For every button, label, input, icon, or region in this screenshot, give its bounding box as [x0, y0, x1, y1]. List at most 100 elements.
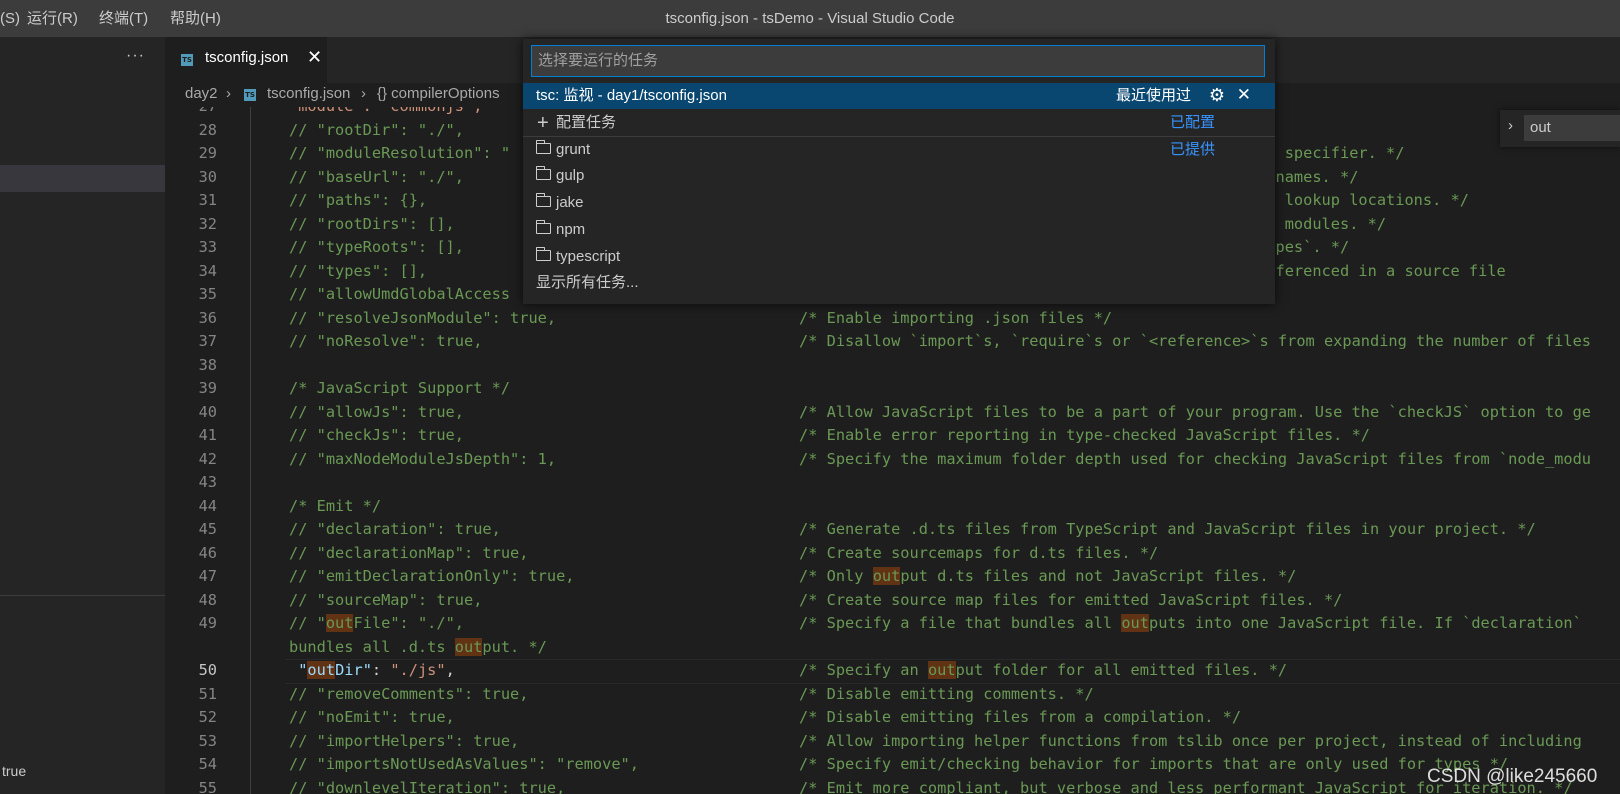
- task-item-configure[interactable]: + 配置任务 已配置: [523, 110, 1275, 136]
- code-line[interactable]: 38: [165, 354, 1620, 378]
- breadcrumb-separator: ›: [361, 85, 366, 102]
- code-line[interactable]: 55// "downlevelIteration": true,/* Emit …: [165, 777, 1620, 794]
- line-number: 49: [198, 614, 217, 632]
- code-text: // "types": [],: [289, 261, 428, 280]
- find-match-highlight: out: [325, 614, 354, 632]
- close-icon[interactable]: ✕: [307, 47, 322, 68]
- task-quick-pick: 选择要运行的任务 tsc: 监视 - day1/tsconfig.json 最近…: [523, 39, 1275, 304]
- sidebar-selected-item[interactable]: [0, 165, 165, 192]
- code-line[interactable]: 48 // "sourceMap": true, /* Create source …: [165, 589, 1620, 613]
- recently-used-label: 最近使用过: [1115, 87, 1191, 104]
- line-number: 28: [198, 120, 217, 139]
- code-text: // "maxNodeModuleJsDepth": 1,: [289, 449, 557, 468]
- breadcrumb-separator: ›: [226, 85, 231, 102]
- code-text: // "rootDir": "./",: [289, 120, 464, 139]
- code-text: // "paths": {},: [289, 191, 428, 209]
- task-item-gulp[interactable]: gulp: [523, 163, 1275, 189]
- line-number: 44: [198, 496, 217, 515]
- typescript-file-icon: TS: [244, 89, 256, 101]
- code-text: // "emitDeclarationOnly": true,: [289, 567, 575, 585]
- find-match-highlight: out: [872, 567, 901, 585]
- code-line[interactable]: 50 "outDir": "./js", /* Specify an output…: [165, 659, 1620, 683]
- code-line[interactable]: 44 /* Emit */: [165, 495, 1620, 519]
- code-line[interactable]: 37 // "noResolve": true, /* Disallow `impo…: [165, 330, 1620, 354]
- provided-label: 已提供: [1169, 141, 1215, 158]
- task-item-npm[interactable]: npm: [523, 217, 1275, 243]
- sidebar-bottom-text: true: [2, 763, 27, 779]
- code-text: // "resolveJsonModule": true,: [289, 308, 557, 327]
- line-number: 47: [198, 567, 217, 585]
- code-text: // "checkJs": true,: [289, 426, 464, 444]
- task-search-input[interactable]: 选择要运行的任务: [531, 45, 1265, 77]
- code-line[interactable]: 49 // "outFile": "./", /* Specify a file t…: [165, 612, 1620, 636]
- code-line[interactable]: 53 // "importHelpers": true, /* Allow impo…: [165, 730, 1620, 754]
- code-line[interactable]: 39 /* JavaScript Support */: [165, 377, 1620, 401]
- task-label: 显示所有任务...: [536, 274, 639, 291]
- folder-icon: [536, 140, 551, 154]
- code-line[interactable]: 40 // "allowJs": true, /* Allow JavaScript…: [165, 401, 1620, 425]
- code-comment: /* Enable importing .json files */: [799, 308, 1113, 327]
- code-line[interactable]: 51 // "removeComments": true, /* Disable e…: [165, 683, 1620, 707]
- chevron-right-icon[interactable]: ›: [1508, 117, 1513, 134]
- task-label: gulp: [556, 167, 585, 184]
- code-text: "outDir": "./js",: [289, 661, 455, 679]
- code-line[interactable]: 43: [165, 471, 1620, 495]
- code-comment: /* Disable emitting files from a compila…: [799, 708, 1242, 726]
- task-item-grunt[interactable]: grunt 已提供: [523, 137, 1275, 163]
- find-input[interactable]: out: [1524, 115, 1620, 141]
- breadcrumb-file[interactable]: tsconfig.json: [267, 85, 350, 102]
- close-icon[interactable]: ✕: [1237, 82, 1251, 108]
- task-label: npm: [556, 221, 586, 238]
- breadcrumb-symbol[interactable]: {} compilerOptions: [377, 85, 500, 102]
- sidebar: ··· true: [0, 37, 165, 794]
- code-text: // "allowUmdGlobalAccess: [289, 285, 511, 303]
- code-line[interactable]: 45 // "declaration": true, /* Generate .d.…: [165, 518, 1620, 542]
- code-line[interactable]: 47 // "emitDeclarationOnly": true, /* Only…: [165, 565, 1620, 589]
- code-line[interactable]: 54 // "importsNotUsedAsValues": "remove",…: [165, 753, 1620, 777]
- find-match-highlight: out: [1121, 614, 1149, 632]
- code-text: // "noEmit": true,: [289, 708, 455, 726]
- code-text: // "moduleResolution": ": [289, 144, 511, 162]
- code-line[interactable]: 42 // "maxNodeModuleJsDepth": 1, /* Specif…: [165, 448, 1620, 472]
- task-item-show-all[interactable]: 显示所有任务...: [523, 270, 1275, 296]
- task-item-jake[interactable]: jake: [523, 190, 1275, 216]
- code-text: // "sourceMap": true,: [289, 590, 483, 609]
- line-number: 41: [198, 426, 217, 444]
- code-line[interactable]: 52 // "noEmit": true, /* Disable emitting …: [165, 706, 1620, 730]
- code-line[interactable]: 36 // "resolveJsonModule": true, /* Enable…: [165, 307, 1620, 331]
- window-title: tsconfig.json - tsDemo - Visual Studio C…: [665, 10, 955, 27]
- folder-icon: [536, 166, 551, 180]
- code-text: // "typeRoots": [],: [289, 238, 464, 256]
- code-line[interactable]: 41 // "checkJs": true, /* Enable error rep…: [165, 424, 1620, 448]
- breadcrumb-folder[interactable]: day2: [185, 85, 218, 102]
- line-number: 30: [198, 167, 217, 186]
- code-text: // "noResolve": true,: [289, 332, 483, 350]
- find-widget: › out: [1500, 110, 1620, 147]
- code-line[interactable]: 46 // "declarationMap": true, /* Create so…: [165, 542, 1620, 566]
- gear-icon[interactable]: ⚙: [1209, 82, 1225, 108]
- more-actions-icon[interactable]: ···: [126, 47, 145, 65]
- line-number: 34: [198, 261, 217, 280]
- line-number: 40: [198, 402, 217, 421]
- line-number: 39: [198, 379, 217, 397]
- code-comment: /* Specify the maximum folder depth used…: [799, 449, 1592, 468]
- line-number: 51: [198, 684, 217, 703]
- watermark: CSDN @like245660: [1427, 766, 1598, 787]
- find-match-highlight: out: [454, 637, 483, 656]
- task-item-tsc-watch[interactable]: tsc: 监视 - day1/tsconfig.json 最近使用过 ⚙ ✕: [523, 83, 1275, 109]
- task-label: 配置任务: [556, 114, 617, 131]
- code-text: // "declaration": true,: [289, 520, 501, 538]
- line-number: 35: [198, 285, 217, 303]
- code-text: // "declarationMap": true,: [289, 543, 529, 562]
- code-text: // "downlevelIteration": true,: [289, 778, 566, 794]
- task-item-typescript[interactable]: typescript: [523, 244, 1275, 270]
- tab-tsconfig[interactable]: TS tsconfig.json ✕: [165, 37, 327, 83]
- line-number: 53: [198, 731, 217, 750]
- tab-label: tsconfig.json: [205, 49, 289, 66]
- line-number: 54: [198, 755, 217, 773]
- code-comment: /* Allow JavaScript files to be a part o…: [799, 402, 1592, 421]
- folder-icon: [536, 220, 551, 234]
- code-text: // "importsNotUsedAsValues": "remove",: [289, 755, 639, 773]
- code-comment: /* Specify a file that bundles all outpu…: [799, 614, 1582, 632]
- code-line[interactable]: bundles all .d.ts output. */: [165, 636, 1620, 660]
